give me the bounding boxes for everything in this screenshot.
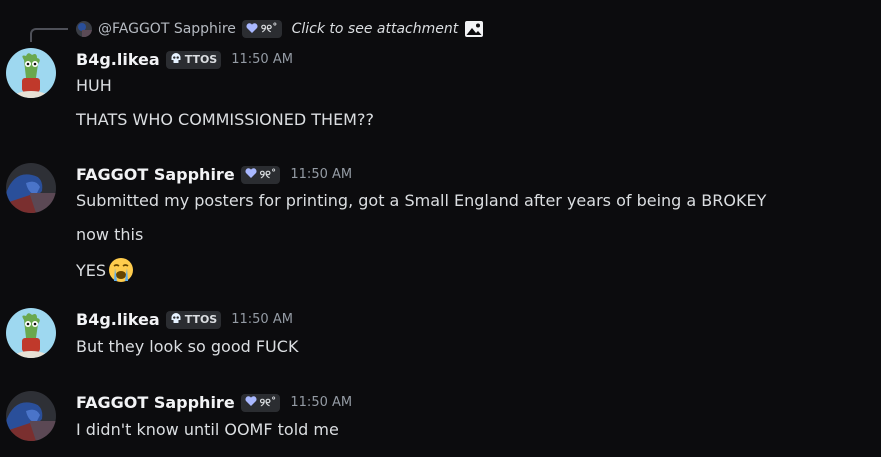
loudly-crying-face-emoji	[108, 257, 134, 283]
message-text: But they look so good FUCK	[76, 337, 299, 356]
username[interactable]: FAGGOT Sapphire	[76, 393, 235, 412]
image-icon[interactable]	[464, 19, 484, 39]
avatar[interactable]	[6, 48, 56, 98]
username[interactable]: B4g.likea	[76, 50, 160, 69]
message-text-line: YES	[76, 257, 134, 283]
reply-username[interactable]: @FAGGOT Sapphire	[98, 21, 236, 37]
reply-avatar[interactable]	[76, 21, 92, 37]
timestamp[interactable]: 11:50 AM	[290, 395, 352, 410]
reply-preview[interactable]: @FAGGOT Sapphire ୨୧˚ Click to see attach…	[76, 18, 484, 40]
reply-user-tag: ୨୧˚	[241, 20, 282, 38]
user-tag[interactable]: ୨୧˚	[240, 393, 281, 412]
message-text: I didn't know until OOMF told me	[76, 420, 339, 439]
heart-icon	[245, 396, 257, 409]
reply-attachment-hint[interactable]: Click to see attachment	[292, 21, 459, 37]
user-tag[interactable]: TTOS	[165, 310, 222, 329]
user-tag-text: TTOS	[184, 53, 218, 66]
message-text: HUH	[76, 76, 112, 95]
reply-connector	[30, 28, 68, 42]
message-text: THATS WHO COMMISSIONED THEM??	[76, 110, 374, 129]
user-tag[interactable]: TTOS	[165, 50, 222, 69]
reply-tag-text: ୨୧˚	[260, 22, 278, 35]
message-text: Submitted my posters for printing, got a…	[76, 191, 767, 210]
avatar[interactable]	[6, 163, 56, 213]
heart-icon	[245, 168, 257, 181]
user-tag-text: TTOS	[184, 313, 218, 326]
avatar[interactable]	[6, 391, 56, 441]
skull-icon	[170, 312, 182, 327]
timestamp[interactable]: 11:50 AM	[290, 167, 352, 182]
avatar[interactable]	[6, 308, 56, 358]
timestamp[interactable]: 11:50 AM	[231, 312, 293, 327]
message-text: YES	[76, 261, 107, 280]
user-tag-text: ୨୧˚	[259, 395, 277, 409]
user-tag[interactable]: ୨୧˚	[240, 165, 281, 184]
user-tag-text: ୨୧˚	[259, 167, 277, 181]
username[interactable]: FAGGOT Sapphire	[76, 165, 235, 184]
heart-icon	[246, 22, 258, 36]
username[interactable]: B4g.likea	[76, 310, 160, 329]
timestamp[interactable]: 11:50 AM	[231, 52, 293, 67]
skull-icon	[170, 52, 182, 67]
chat-log: @FAGGOT Sapphire ୨୧˚ Click to see attach…	[0, 0, 881, 457]
message-text: now this	[76, 225, 144, 244]
